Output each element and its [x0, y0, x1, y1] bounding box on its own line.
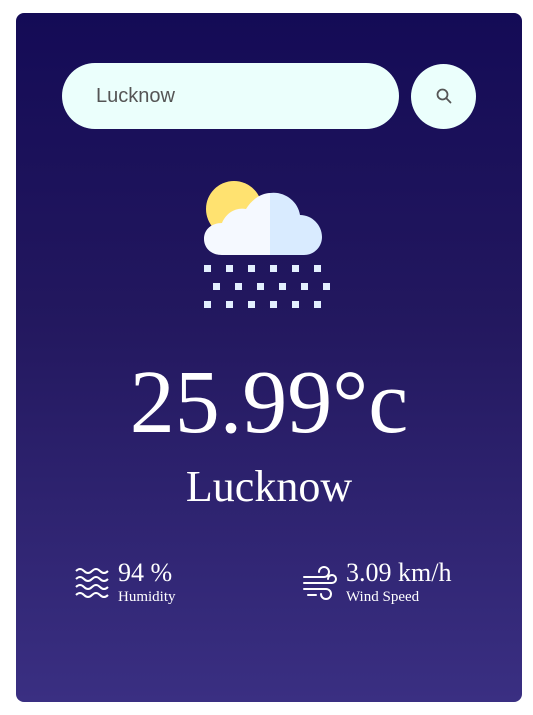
waves-icon: [74, 565, 110, 601]
search-icon: [436, 88, 452, 104]
cloud-sun-snow-icon: [200, 181, 340, 313]
temperature-value: 25.99°c: [129, 353, 409, 452]
search-button[interactable]: [411, 63, 476, 129]
wind-speed-label: Wind Speed: [346, 589, 420, 605]
humidity-detail: 94 % Humidity: [74, 559, 176, 607]
city-name: Lucknow: [185, 462, 353, 511]
wind-speed-value: 3.09 km/h: [346, 558, 452, 587]
humidity-value: 94 %: [118, 558, 173, 587]
city-search-input[interactable]: [62, 63, 399, 129]
wind-icon: [302, 565, 338, 601]
wind-detail: 3.09 km/h Wind Speed: [302, 559, 451, 607]
search-bar: [62, 63, 476, 129]
weather-card: 25.99°c Lucknow 94 % Humidity 3.09: [16, 13, 522, 702]
humidity-label: Humidity: [118, 589, 176, 605]
